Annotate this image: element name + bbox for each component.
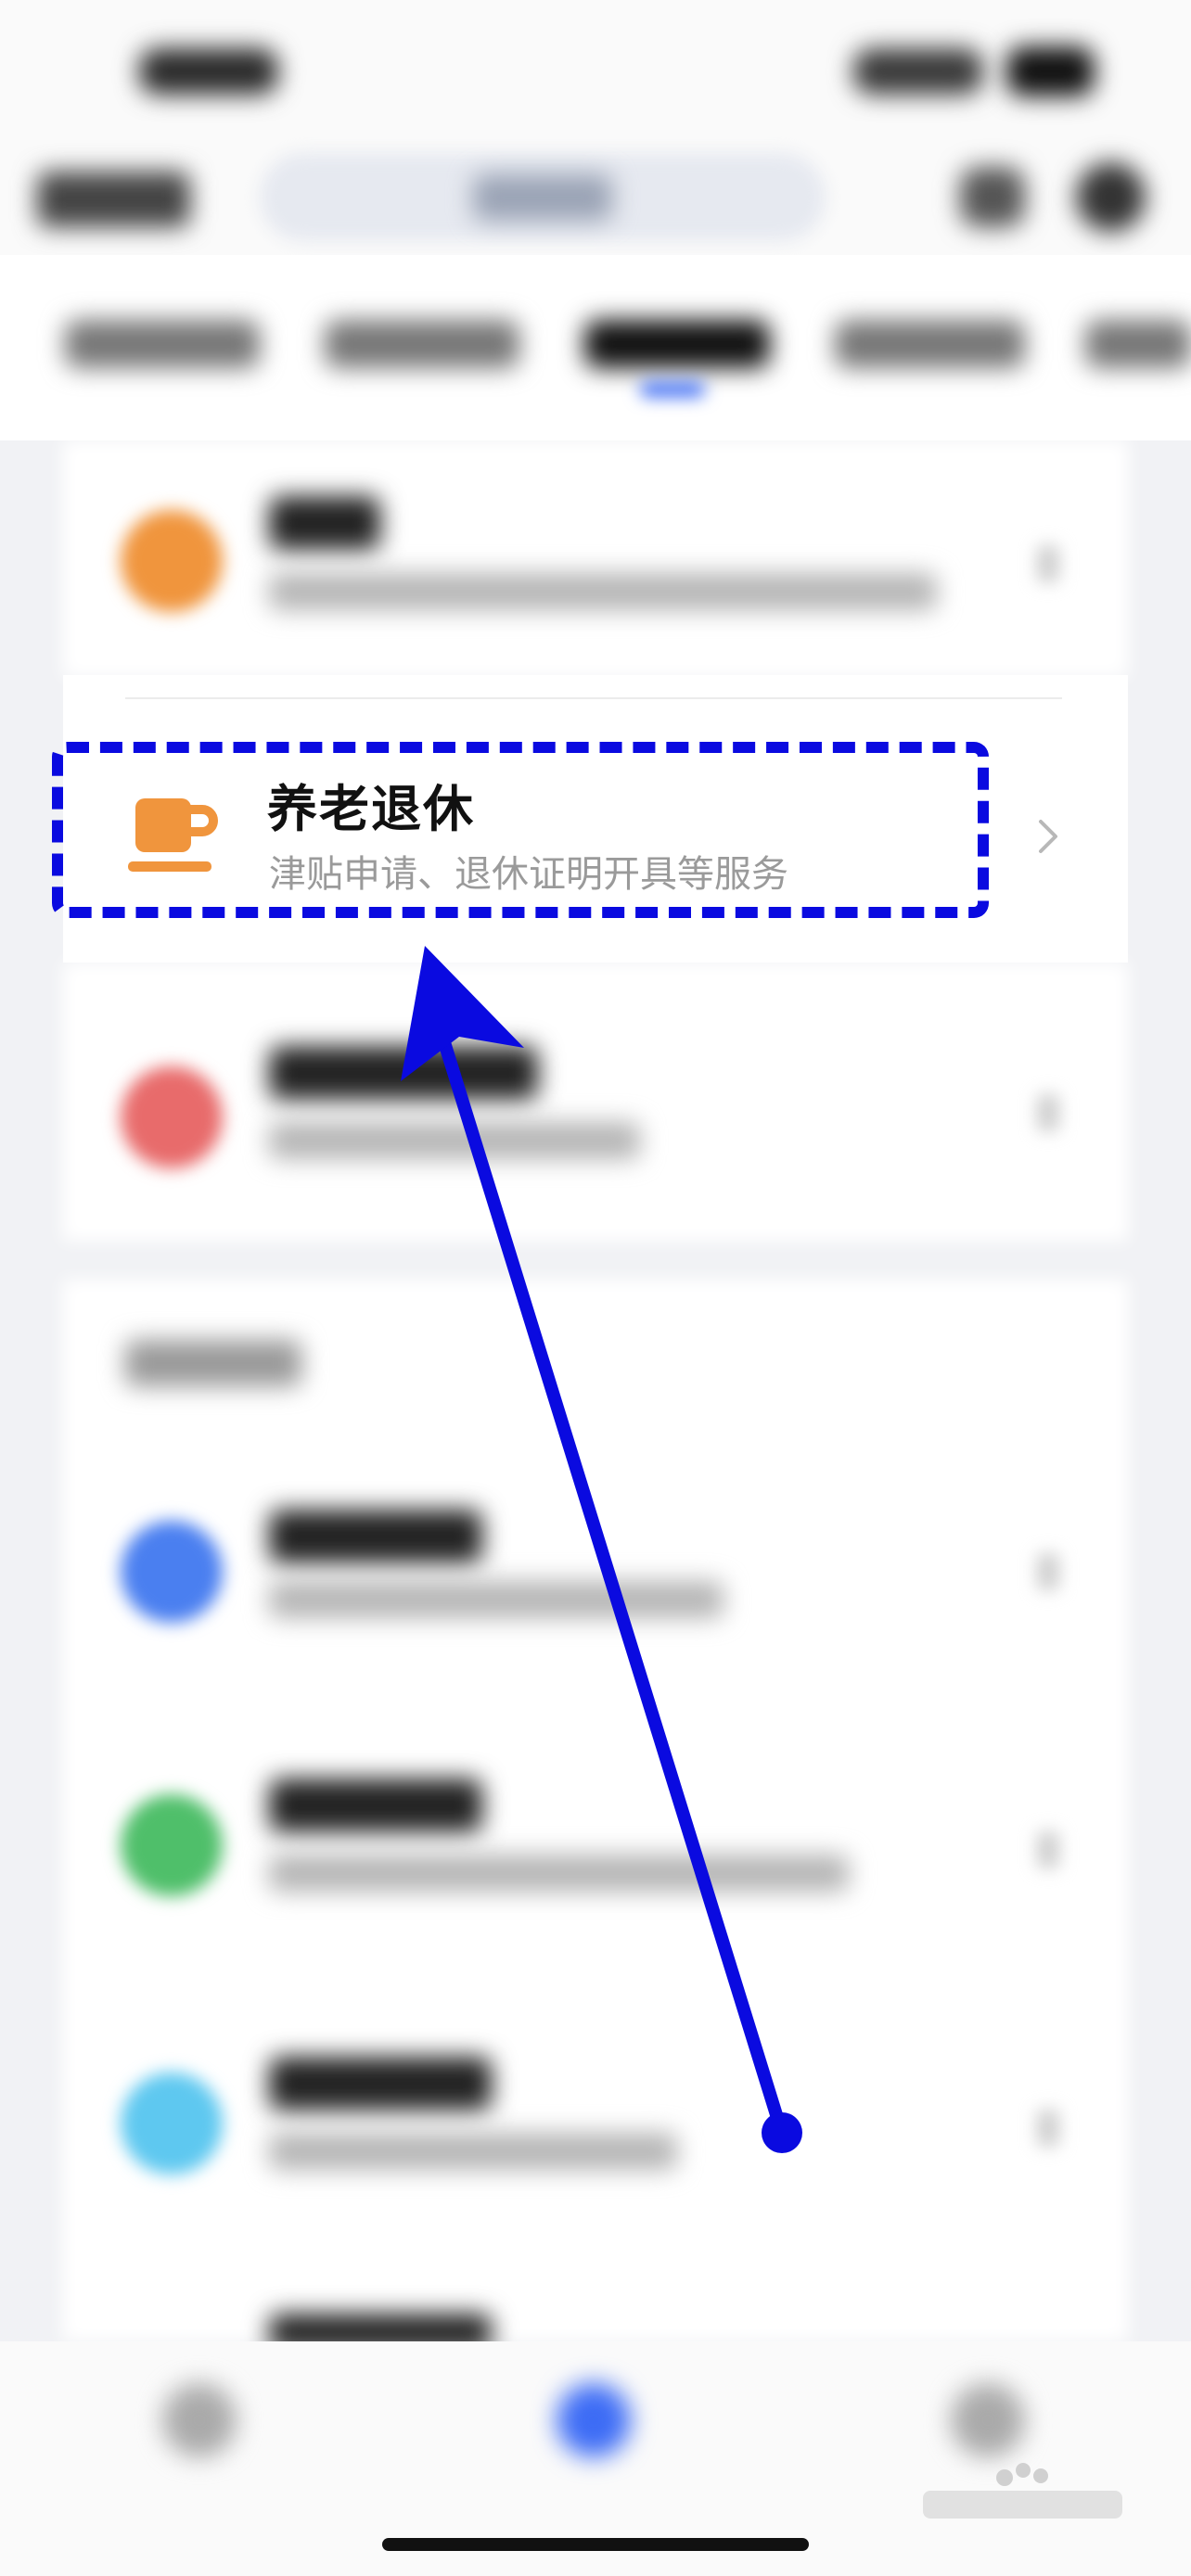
chevron-right-icon (1039, 820, 1057, 853)
service-row-title (269, 1046, 538, 1100)
chevron-right-icon (1037, 1831, 1059, 1868)
section-title (125, 1340, 301, 1386)
highlight-annotation-box (52, 742, 989, 918)
tab-5[interactable] (1085, 320, 1191, 368)
chevron-right-icon (1037, 1553, 1059, 1590)
service-card-2 (63, 963, 1128, 1241)
tab-active-underline (640, 382, 705, 397)
service-row-title (269, 1779, 482, 1832)
home-indicator (382, 2538, 809, 2551)
status-signal-icon (853, 48, 983, 95)
tab-2[interactable] (325, 320, 519, 368)
row-divider (125, 697, 1062, 699)
service-row-icon (121, 1794, 223, 1896)
service-row-icon (121, 510, 223, 612)
status-time (139, 48, 278, 95)
nav-mine-icon[interactable] (951, 2383, 1025, 2457)
chevron-right-icon (1037, 2110, 1059, 2147)
service-row-subtitle (269, 1581, 724, 1618)
chevron-right-icon (1037, 1094, 1059, 1131)
service-row-icon (121, 2072, 223, 2174)
message-icon[interactable] (960, 167, 1025, 227)
location-selector[interactable] (37, 172, 190, 227)
battery-icon (1006, 46, 1095, 96)
service-row-icon (121, 1066, 223, 1168)
nav-service-icon[interactable] (557, 2383, 631, 2457)
tab-4[interactable] (835, 320, 1025, 368)
service-row-subtitle (269, 573, 937, 610)
nav-home-icon[interactable] (162, 2383, 237, 2457)
search-placeholder (473, 174, 612, 221)
service-card-3 (63, 1280, 1128, 2341)
service-row-title (269, 1510, 482, 1563)
service-row-subtitle (269, 1855, 849, 1892)
service-row-subtitle (269, 1122, 640, 1159)
baidu-watermark-logo (923, 2463, 1122, 2519)
service-row-title (269, 496, 380, 550)
service-row-subtitle (269, 2133, 677, 2170)
tab-1[interactable] (65, 320, 260, 368)
chevron-right-icon (1037, 545, 1059, 582)
profile-icon[interactable] (1076, 162, 1146, 232)
service-row-title (269, 2057, 492, 2111)
tab-active[interactable] (584, 320, 770, 368)
service-card-1 (63, 440, 1128, 677)
service-row-icon (121, 1521, 223, 1623)
